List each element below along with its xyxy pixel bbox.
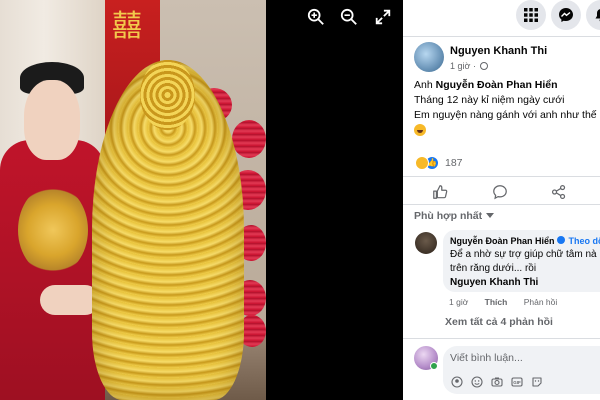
post-timestamp[interactable]: 1 giờ · bbox=[450, 61, 489, 71]
camera-icon[interactable] bbox=[491, 376, 503, 388]
comment-meta: 1 giờ Thích Phản hồi bbox=[449, 297, 571, 307]
bride-head-gold bbox=[140, 60, 195, 130]
sort-label[interactable]: Phù hợp nhất bbox=[414, 210, 482, 222]
post-panel: Nguyen Khanh Thi 1 giờ · Anh Nguyễn Đoàn… bbox=[403, 0, 600, 400]
follow-button[interactable]: Theo dõ bbox=[569, 236, 600, 246]
post-text-prefix: Anh bbox=[414, 79, 433, 91]
emoji-icon[interactable] bbox=[471, 376, 483, 388]
gold-dragon-embroidery bbox=[18, 185, 88, 275]
comment-like-button[interactable]: Thích bbox=[485, 297, 508, 307]
reaction-count[interactable]: 187 bbox=[445, 157, 463, 169]
comment-mention-link[interactable]: Nguyen Khanh Thi bbox=[450, 277, 538, 288]
comment-text-line: trên răng dưới... rồi bbox=[450, 263, 537, 274]
grid-menu-icon[interactable] bbox=[516, 0, 546, 30]
fullscreen-icon[interactable] bbox=[373, 8, 393, 28]
messenger-icon[interactable] bbox=[551, 0, 581, 30]
zoom-out-icon[interactable] bbox=[339, 8, 359, 28]
comment-text-line: Để a nhờ sự trợ giúp chữ tâm nà bbox=[450, 249, 597, 260]
divider bbox=[403, 36, 600, 37]
share-icon[interactable] bbox=[551, 184, 569, 202]
gif-icon[interactable]: GIF bbox=[511, 376, 523, 388]
post-mention-link[interactable]: Nguyễn Đoàn Phan Hiển bbox=[436, 79, 558, 91]
svg-text:GIF: GIF bbox=[513, 380, 521, 385]
comment-reply-button[interactable]: Phản hồi bbox=[524, 297, 558, 307]
post-text-line: Tháng 12 này kỉ niệm ngày cưới bbox=[414, 94, 565, 106]
globe-icon bbox=[480, 62, 489, 70]
sticker-icon[interactable] bbox=[531, 376, 543, 388]
post-text-line: Em nguyện nàng gánh với anh như thế nà bbox=[414, 109, 600, 121]
post-text-line: Anh Nguyễn Đoàn Phan Hiển bbox=[414, 79, 558, 91]
comment-time[interactable]: 1 giờ bbox=[449, 297, 468, 307]
bell-icon[interactable] bbox=[586, 0, 600, 30]
commenter-avatar[interactable] bbox=[415, 232, 437, 254]
chevron-down-icon bbox=[486, 213, 495, 218]
online-status-indicator bbox=[430, 362, 438, 370]
comment-icon[interactable] bbox=[492, 184, 510, 202]
lantern bbox=[232, 120, 266, 158]
wedding-photo[interactable]: 囍 bbox=[0, 0, 266, 400]
post-author-name[interactable]: Nguyen Khanh Thi bbox=[450, 45, 547, 57]
view-all-replies-link[interactable]: Xem tất cả 4 phản hồi bbox=[445, 316, 553, 328]
comment-header: Nguyễn Đoàn Phan Hiển Theo dõ bbox=[450, 236, 600, 246]
comment-input-box: GIF bbox=[443, 346, 600, 394]
author-avatar[interactable] bbox=[414, 42, 444, 72]
haha-reaction-icon bbox=[415, 156, 429, 170]
top-bar bbox=[403, 0, 600, 30]
groom-hand bbox=[40, 285, 100, 315]
laughing-emoji-icon bbox=[414, 124, 426, 136]
reactions-summary[interactable]: 👍 187 bbox=[415, 155, 463, 171]
divider bbox=[403, 176, 600, 177]
commenter-name[interactable]: Nguyễn Đoàn Phan Hiển bbox=[450, 236, 555, 246]
like-icon[interactable] bbox=[432, 184, 450, 202]
zoom-in-icon[interactable] bbox=[306, 8, 326, 28]
groom-face bbox=[24, 80, 80, 160]
verified-badge-icon bbox=[556, 236, 565, 244]
post-time-text[interactable]: 1 giờ bbox=[450, 61, 470, 71]
divider bbox=[403, 338, 600, 339]
comment-sort-dropdown[interactable]: Phù hợp nhất bbox=[414, 210, 495, 222]
photo-viewer: 囍 bbox=[0, 0, 403, 400]
double-happiness-character: 囍 bbox=[112, 9, 144, 44]
comment-input[interactable] bbox=[450, 350, 600, 366]
divider bbox=[403, 204, 600, 205]
avatar-sticker-icon[interactable] bbox=[451, 376, 463, 388]
post-emoji-line bbox=[414, 124, 426, 139]
